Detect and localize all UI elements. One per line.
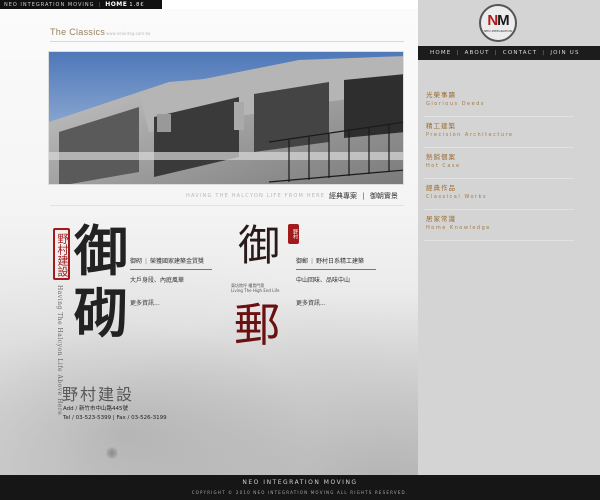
separator: | [98,1,102,8]
home-link[interactable]: HOME [105,1,127,8]
side-item-label: 居家常識 [426,215,456,223]
project-title[interactable]: 御郵 | 野村日系精工建築 [296,256,364,265]
side-item-label: 光榮事蹟 [426,91,456,99]
divider [50,41,404,42]
phone: Tel / 03-523-5399 [63,415,112,421]
logo-mark: NM [487,12,509,29]
divider [50,205,404,206]
side-item-sub: Hot Case [426,163,461,169]
fax: Fax / 03-526-3199 [116,415,167,421]
home-suffix: 1.8€ [129,1,145,8]
project-title[interactable]: 御砌 | 榮獲國家建築金質獎 [130,256,204,265]
nav-contact[interactable]: CONTACT [503,50,537,56]
link-classic-projects[interactable]: 經典專案 [329,192,357,200]
company-name: NEO INTEGRATION MOVING [4,1,95,8]
seal-caption: 東坊院坪 權貴門第 Living The High End Life [231,283,279,293]
top-strip: NEO INTEGRATION MOVING | HOME 1.8€ [0,0,162,9]
seal-script-char: 御 [237,221,280,270]
side-item-label: 經典作品 [426,184,456,192]
side-item-hot-case[interactable]: 熱銷個案 Hot Case [424,148,574,179]
link-scenery[interactable]: 御朝實景 [370,192,398,200]
top-nav: HOME | ABOUT | CONTACT | JOIN US [418,46,600,60]
main-content: The Classics www.neointeg.com.tw HAVING … [0,9,418,475]
nav-home[interactable]: HOME [430,50,452,56]
project-card-1: 御砌 | 榮獲國家建築金質獎 大戶身段、內庭風華 更多資訊... [130,256,212,307]
red-seal-stamp: 野村 [288,224,299,244]
side-item-home-knowledge[interactable]: 居家常識 Home Knowledge [424,210,574,241]
ink-dot-icon [106,447,118,459]
side-menu: 光榮事蹟 Glorious Deeds 精工建築 Precision Archi… [424,86,574,241]
side-item-sub: Classical Works [426,194,488,200]
project-desc: 大戶身段、內庭風華 [130,277,185,284]
project-desc: 中山回味、品味中山 [296,277,351,284]
more-info-link[interactable]: 更多資訊... [130,298,204,307]
seal-script-char: 郵 [234,298,280,352]
nm-logo[interactable]: NM NEO INTEGRATION [479,4,517,42]
project-name: 御郵 [296,258,309,265]
side-item-sub: Precision Architecture [426,132,514,138]
project-award: 榮獲國家建築金質獎 [150,258,205,265]
address: Add / 新竹市中山路445號 [63,406,128,412]
separator: | [456,50,460,56]
logo-brand: NEO INTEGRATION [484,29,512,33]
side-item-label: 熱銷個案 [426,153,456,161]
underline [130,269,212,270]
footer-copyright: COPYRIGHT © 2010 NEO INTEGRATION MOVING … [191,490,409,495]
section-url: www.neointeg.com.tw [106,31,151,36]
project-name: 御砌 [130,258,143,265]
side-item-sub: Home Knowledge [426,225,491,231]
red-seal-stamp: 野村建設 [53,228,70,280]
underline [296,269,376,270]
separator: | [542,50,546,56]
nav-about[interactable]: ABOUT [465,50,490,56]
side-item-label: 精工建築 [426,122,456,130]
project-card-2: 御郵 | 野村日系精工建築 中山回味、品味中山 更多資訊... [296,256,376,307]
more-info-link[interactable]: 更多資訊... [296,298,364,307]
sidebar: NM NEO INTEGRATION HOME | ABOUT | CONTAC… [418,0,600,475]
section-title: The Classics [50,27,106,37]
footer-title: NEO INTEGRATION MOVING [242,479,358,486]
tagline: HAVING THE HALCYON LIFE FROM HERE [186,193,326,199]
nav-join-us[interactable]: JOIN US [550,50,579,56]
company-logo-text: 野村建設 [62,385,135,404]
side-item-classical-works[interactable]: 經典作品 Classical Works [424,179,574,210]
contact-info: Add / 新竹市中山路445號 Tel / 03-523-5399 | Fax… [63,405,167,423]
building-illustration [49,52,403,184]
separator: | [362,192,365,200]
quick-links: 經典專案 | 御朝實景 [329,191,398,201]
side-item-precision-architecture[interactable]: 精工建築 Precision Architecture [424,117,574,148]
calligraphy-title: 御砌 [74,219,128,345]
separator: | [494,50,498,56]
side-item-sub: Glorious Deeds [426,101,485,107]
building-photo [48,51,404,185]
caption-line: Living The High End Life [231,288,280,293]
side-item-glorious-deeds[interactable]: 光榮事蹟 Glorious Deeds [424,86,574,117]
footer: NEO INTEGRATION MOVING COPYRIGHT © 2010 … [0,475,600,500]
phone-fax: Tel / 03-523-5399 | Fax / 03-526-3199 [63,415,167,421]
project-feature: 野村日系精工建築 [316,258,365,265]
